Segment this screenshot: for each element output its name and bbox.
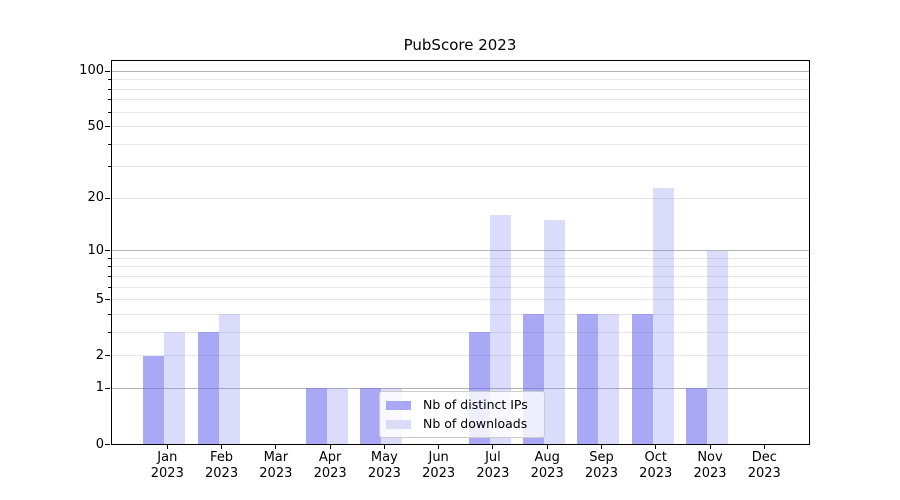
x-tick-mark	[221, 445, 222, 449]
y-gridline-minor	[111, 276, 811, 277]
chart-title: PubScore 2023	[110, 36, 810, 54]
y-tick-label: 100	[18, 63, 104, 79]
y-tick-mark-minor	[108, 166, 111, 167]
x-tick-label: Aug 2023	[518, 450, 576, 482]
y-gridline-minor	[111, 112, 811, 113]
bar-downloads	[327, 388, 348, 444]
x-tick-label: Dec 2023	[735, 450, 793, 482]
x-tick-label: May 2023	[355, 450, 413, 482]
x-tick-mark	[492, 445, 493, 449]
x-tick-label: Jul 2023	[464, 450, 522, 482]
y-gridline-minor	[111, 287, 811, 288]
y-tick-mark	[105, 126, 110, 127]
y-gridline-minor	[111, 99, 811, 100]
y-gridline-minor	[111, 79, 811, 80]
y-tick-mark	[105, 444, 110, 445]
y-tick-label: 20	[18, 190, 104, 206]
y-tick-label: 0	[18, 437, 104, 453]
y-tick-label: 2	[18, 348, 104, 364]
x-tick-label: Nov 2023	[681, 450, 739, 482]
y-gridline-minor	[111, 166, 811, 167]
y-gridline-minor	[111, 314, 811, 315]
y-tick-mark-minor	[108, 144, 111, 145]
y-tick-mark-minor	[108, 332, 111, 333]
y-tick-mark-minor	[108, 99, 111, 100]
y-tick-mark	[105, 299, 110, 300]
y-tick-mark	[105, 198, 110, 199]
y-gridline-labeled	[111, 126, 811, 127]
x-tick-mark	[764, 445, 765, 449]
y-tick-mark-minor	[108, 79, 111, 80]
y-tick-label: 1	[18, 380, 104, 396]
legend-item: Nb of downloads	[386, 416, 544, 432]
x-tick-mark	[275, 445, 276, 449]
legend-label: Nb of distinct IPs	[423, 397, 528, 413]
y-tick-mark	[105, 250, 110, 251]
x-tick-label: Feb 2023	[193, 450, 251, 482]
y-gridline-minor	[111, 144, 811, 145]
chart: PubScore 2023 Nb of distinct IPs Nb of d…	[0, 0, 900, 500]
x-tick-mark	[438, 445, 439, 449]
y-tick-label: 10	[18, 243, 104, 259]
x-tick-label: Apr 2023	[301, 450, 359, 482]
legend: Nb of distinct IPs Nb of downloads	[379, 391, 545, 438]
y-tick-mark-minor	[108, 287, 111, 288]
x-tick-mark	[384, 445, 385, 449]
y-tick-mark-minor	[108, 266, 111, 267]
plot-area	[111, 60, 811, 445]
y-tick-mark-minor	[108, 89, 111, 90]
bar-distinct-ips	[306, 388, 327, 444]
x-tick-label: Jun 2023	[410, 450, 468, 482]
x-tick-mark	[330, 445, 331, 449]
bar-downloads	[653, 188, 674, 445]
bar-downloads	[598, 314, 619, 444]
y-gridline-major	[111, 250, 811, 251]
x-tick-mark	[601, 445, 602, 449]
y-tick-mark	[105, 71, 110, 72]
bar-distinct-ips	[143, 356, 164, 445]
y-tick-mark-minor	[108, 112, 111, 113]
y-tick-label: 5	[18, 292, 104, 308]
x-tick-label: Jan 2023	[138, 450, 196, 482]
y-tick-mark-minor	[108, 276, 111, 277]
x-tick-mark	[547, 445, 548, 449]
y-tick-label: 50	[18, 119, 104, 135]
legend-swatch-downloads	[386, 420, 411, 429]
x-tick-mark	[710, 445, 711, 449]
x-tick-label: Oct 2023	[627, 450, 685, 482]
bar-downloads	[164, 332, 185, 444]
legend-item: Nb of distinct IPs	[386, 397, 544, 413]
x-tick-mark	[167, 445, 168, 449]
y-tick-mark-minor	[108, 258, 111, 259]
bar-distinct-ips	[686, 388, 707, 444]
legend-label: Nb of downloads	[423, 416, 527, 432]
x-tick-label: Sep 2023	[572, 450, 630, 482]
y-gridline-minor	[111, 258, 811, 259]
y-gridline-labeled	[111, 299, 811, 300]
y-gridline-minor	[111, 266, 811, 267]
y-tick-mark	[105, 355, 110, 356]
bar-downloads	[707, 251, 728, 445]
y-gridline-labeled	[111, 198, 811, 199]
bar-distinct-ips	[632, 314, 653, 444]
bar-downloads	[544, 220, 565, 444]
bar-distinct-ips	[577, 314, 598, 444]
y-gridline-minor	[111, 89, 811, 90]
y-tick-mark-minor	[108, 314, 111, 315]
x-tick-mark	[655, 445, 656, 449]
bar-downloads	[219, 314, 240, 444]
y-tick-mark	[105, 388, 110, 389]
bar-distinct-ips	[198, 332, 219, 444]
y-gridline-major	[111, 71, 811, 72]
x-tick-label: Mar 2023	[247, 450, 305, 482]
legend-swatch-distinct-ips	[386, 401, 411, 410]
